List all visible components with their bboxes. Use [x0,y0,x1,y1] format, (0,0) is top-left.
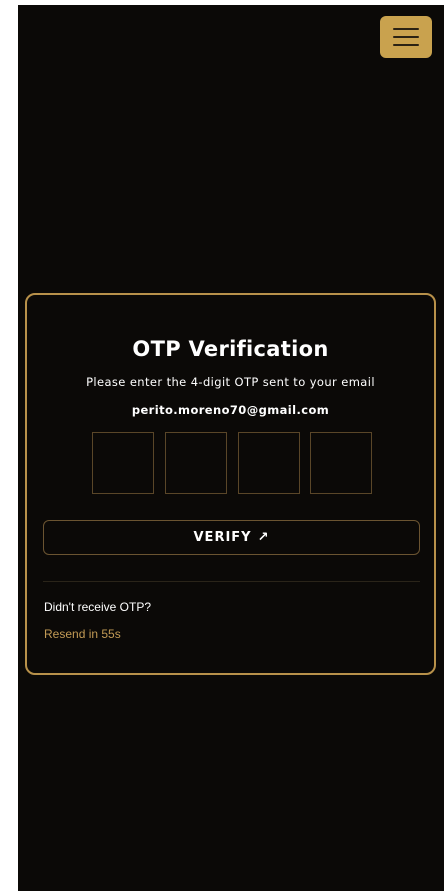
otp-instruction: Please enter the 4-digit OTP sent to you… [86,375,375,389]
otp-digit-1[interactable] [92,432,154,494]
arrow-up-right-icon: ↗ [257,530,270,545]
divider [43,581,420,582]
resend-countdown: Resend in 55s [44,627,121,641]
verify-button[interactable]: VERIFY ↗ [43,520,420,555]
no-otp-text: Didn't receive OTP? [44,600,151,614]
menu-button[interactable] [380,16,432,58]
recipient-email: perito.moreno70@gmail.com [131,403,330,417]
app-screen: OTP Verification Please enter the 4-digi… [18,5,444,891]
otp-digit-3[interactable] [238,432,300,494]
verify-button-label: VERIFY [193,530,252,545]
page-title: OTP Verification [132,337,329,361]
otp-verification-card: OTP Verification Please enter the 4-digi… [25,293,436,675]
otp-input-group [92,432,374,494]
otp-digit-4[interactable] [310,432,372,494]
otp-digit-2[interactable] [165,432,227,494]
